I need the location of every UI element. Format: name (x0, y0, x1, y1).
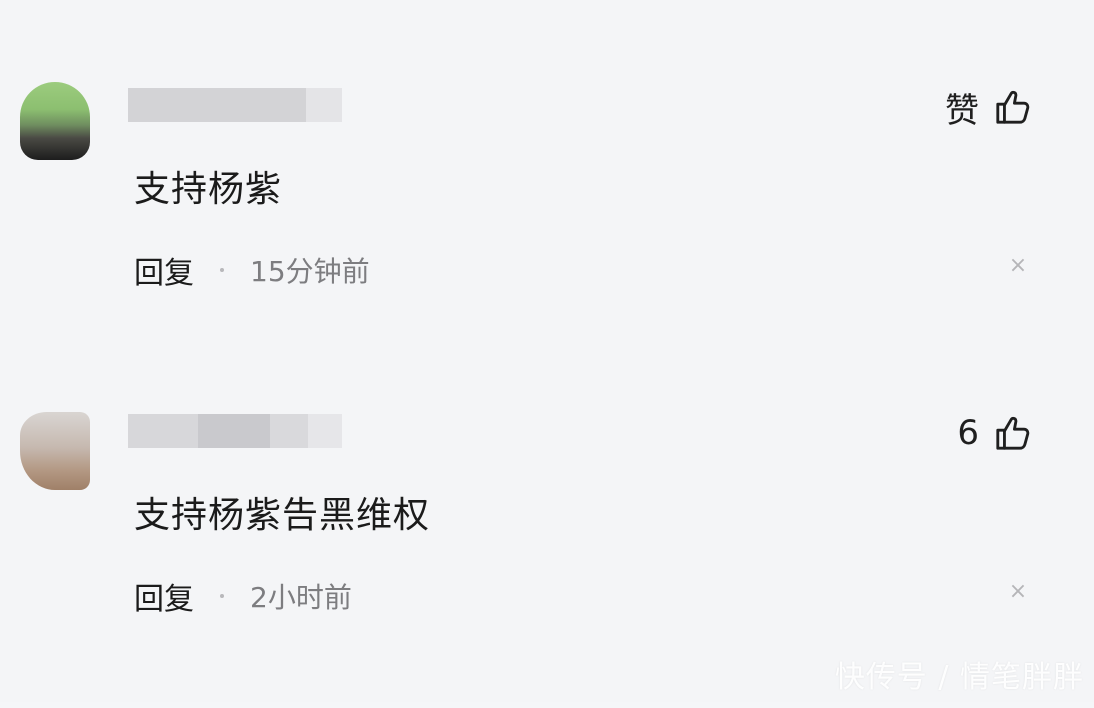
like-button[interactable]: 6 (957, 408, 1032, 458)
comment-timestamp: 2小时前 (250, 581, 352, 614)
close-icon[interactable]: × (1008, 255, 1028, 277)
comment-text: 支持杨紫 (134, 169, 283, 210)
like-count: 赞 (945, 90, 980, 131)
like-button[interactable]: 赞 (945, 82, 1032, 132)
like-count: 6 (957, 413, 980, 453)
separator-dot (220, 268, 224, 272)
reply-button[interactable]: 回复 (134, 248, 194, 292)
comment-timestamp: 15分钟前 (250, 255, 370, 288)
username-redacted (128, 414, 342, 448)
username-redacted (128, 88, 342, 122)
close-icon[interactable]: × (1008, 581, 1028, 603)
avatar[interactable] (20, 82, 90, 160)
comment-meta: 回复 15分钟前 (134, 248, 370, 292)
avatar[interactable] (20, 412, 90, 490)
comment-item: 赞 支持杨紫 回复 15分钟前 × (0, 82, 1094, 382)
comment-text: 支持杨紫告黑维权 (134, 495, 431, 536)
reply-button[interactable]: 回复 (134, 574, 194, 618)
separator-dot (220, 594, 224, 598)
comment-list-page: 赞 支持杨紫 回复 15分钟前 × 6 支持杨紫告黑维权 回复 2小时前 × 快… (0, 0, 1094, 702)
watermark: 快传号 / 情笔胖胖 (834, 660, 1084, 695)
comment-meta: 回复 2小时前 (134, 574, 352, 618)
thumbs-up-icon[interactable] (994, 88, 1032, 126)
thumbs-up-icon[interactable] (994, 414, 1032, 452)
